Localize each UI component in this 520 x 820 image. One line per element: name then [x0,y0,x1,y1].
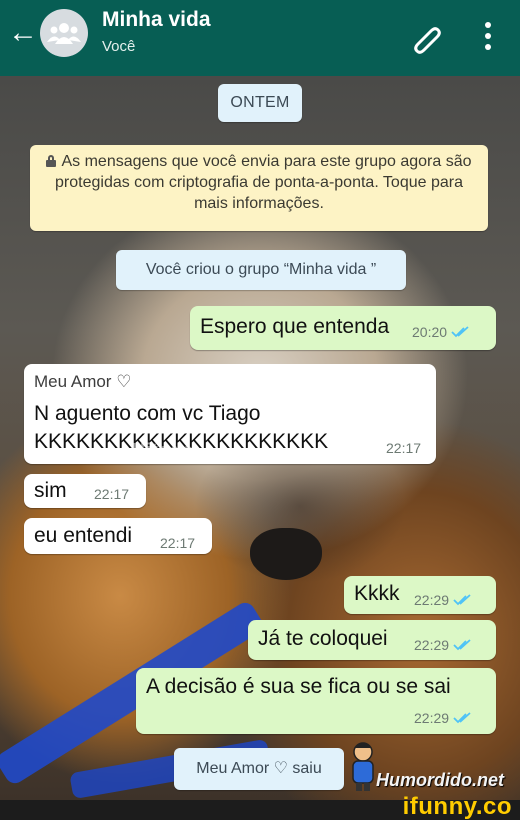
chat-title[interactable]: Minha vida [102,8,211,32]
read-ticks-icon [453,594,471,606]
message-bubble[interactable]: eu entendi 22:17 [24,518,212,554]
read-ticks-icon [451,326,469,338]
chat-subtitle[interactable]: Você [102,38,135,55]
chat-header: ← Minha vida Você [0,0,520,76]
read-ticks-icon [453,712,471,724]
message-sender[interactable]: Meu Amor ♡ [34,372,131,392]
more-vert-icon[interactable] [478,20,498,52]
message-time: 20:20 [412,324,469,340]
member-left-notice: Meu Amor ♡ saiu [174,748,344,790]
message-text: A decisão é sua se fica ou se sai [146,675,451,698]
message-time: 22:29 [414,592,471,608]
message-time: 22:17 [160,535,196,551]
message-bubble[interactable]: Já te coloquei 22:29 [248,620,496,660]
message-text: sim [34,479,67,502]
message-bubble[interactable]: Espero que entenda 20:20 [190,306,496,350]
watermark-mascot-icon [352,742,374,791]
message-time: 22:29 [414,637,471,653]
message-time: 22:29 [414,710,471,726]
message-text: Já te coloquei [258,627,388,650]
message-time: 22:17 [386,440,422,456]
message-bubble[interactable]: Kkkk 22:29 [344,576,496,614]
message-bubble[interactable]: A decisão é sua se fica ou se sai 22:29 [136,668,496,734]
message-text: Espero que entenda [200,315,390,338]
read-ticks-icon [453,639,471,651]
group-created-notice: Você criou o grupo “Minha vida ” [116,250,406,290]
encryption-notice-text: As mensagens que você envia para este gr… [55,153,472,212]
watermark-logo: Hitado [132,440,194,460]
lock-icon [46,155,57,167]
message-text: N aguento com vc Tiago [34,402,261,425]
group-avatar-icon[interactable] [40,9,88,57]
message-bubble[interactable]: Meu Amor ♡ N aguento com vc Tiago KKKKKK… [24,364,436,464]
watermark-site: Humordido.net [376,770,504,790]
paperclip-icon[interactable] [410,22,444,56]
message-time: 22:17 [94,486,130,502]
encryption-notice[interactable]: As mensagens que você envia para este gr… [30,145,488,231]
date-chip: ONTEM [218,84,302,122]
message-text: eu entendi [34,524,133,547]
back-arrow-icon[interactable]: ← [8,18,38,48]
message-bubble[interactable]: sim 22:17 [24,474,146,508]
message-text: Kkkk [354,582,400,605]
ifunny-watermark: ifunny.co [402,793,512,820]
wallpaper-dog-nose [250,528,322,580]
